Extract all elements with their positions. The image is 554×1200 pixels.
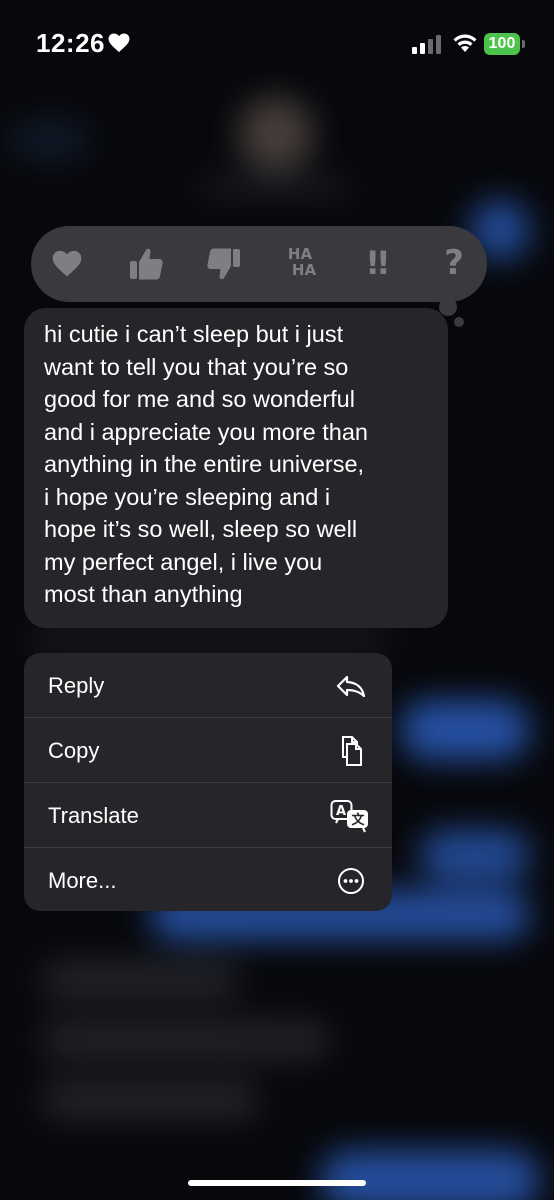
tapback-thumbs-up-button[interactable] bbox=[124, 242, 168, 286]
sent-bubble-blurred bbox=[400, 700, 530, 760]
tapback-bar bbox=[31, 226, 487, 302]
menu-item-label: Translate bbox=[48, 803, 139, 828]
tapback-exclamation-button[interactable]: !! bbox=[354, 240, 398, 286]
contact-avatar-blurred bbox=[238, 96, 314, 172]
cellular-signal-icon bbox=[412, 35, 441, 54]
svg-text:文: 文 bbox=[352, 812, 366, 828]
copy-icon bbox=[342, 736, 362, 766]
menu-item-label: Reply bbox=[48, 673, 105, 698]
back-button-blurred bbox=[10, 120, 90, 160]
menu-item-more[interactable]: More... bbox=[24, 848, 392, 911]
contact-name-blurred bbox=[200, 178, 350, 196]
reply-arrow-icon bbox=[336, 675, 366, 698]
tapback-haha-button[interactable]: HA HA bbox=[278, 246, 322, 286]
menu-item-reply[interactable]: Reply bbox=[24, 653, 392, 717]
battery-tip bbox=[522, 40, 525, 48]
battery-indicator: 100 bbox=[484, 33, 520, 55]
svg-text:A: A bbox=[336, 804, 346, 819]
heart-icon bbox=[108, 33, 130, 53]
sent-bubble-blurred bbox=[420, 830, 530, 880]
tapback-bar-tail bbox=[439, 298, 457, 316]
more-ellipsis-icon bbox=[338, 868, 364, 894]
wifi-icon bbox=[453, 34, 477, 52]
translate-icon: A 文 bbox=[330, 800, 368, 833]
received-bubble-blurred bbox=[40, 1020, 330, 1060]
home-indicator[interactable] bbox=[188, 1180, 366, 1186]
status-time: 12:26 bbox=[36, 28, 105, 58]
heart-icon bbox=[52, 250, 82, 277]
tapback-bar-tail bbox=[454, 317, 464, 327]
messages-screen: 12:26 100 HA HA !! ? hi cutie i can’t sl… bbox=[0, 0, 554, 1200]
message-context-menu: Reply Copy Translate A 文 More... bbox=[24, 653, 392, 911]
tapback-heart-button[interactable] bbox=[45, 242, 89, 286]
haha-line-2: HA bbox=[291, 261, 317, 279]
tapback-question-button[interactable]: ? bbox=[432, 240, 476, 286]
received-bubble-blurred bbox=[40, 960, 240, 1000]
received-bubble-blurred bbox=[40, 1080, 260, 1120]
status-bar: 12:26 100 bbox=[0, 0, 554, 90]
received-message-bubble: hi cutie i can’t sleep but i just want t… bbox=[24, 308, 448, 628]
menu-item-label: More... bbox=[48, 868, 117, 893]
thumbs-down-icon bbox=[207, 248, 240, 280]
sent-bubble-blurred bbox=[320, 1150, 540, 1200]
menu-item-translate[interactable]: Translate A 文 bbox=[24, 783, 392, 847]
thumbs-up-icon bbox=[130, 248, 163, 280]
menu-item-label: Copy bbox=[48, 738, 100, 763]
menu-item-copy[interactable]: Copy bbox=[24, 718, 392, 782]
tapback-thumbs-down-button[interactable] bbox=[202, 242, 246, 286]
